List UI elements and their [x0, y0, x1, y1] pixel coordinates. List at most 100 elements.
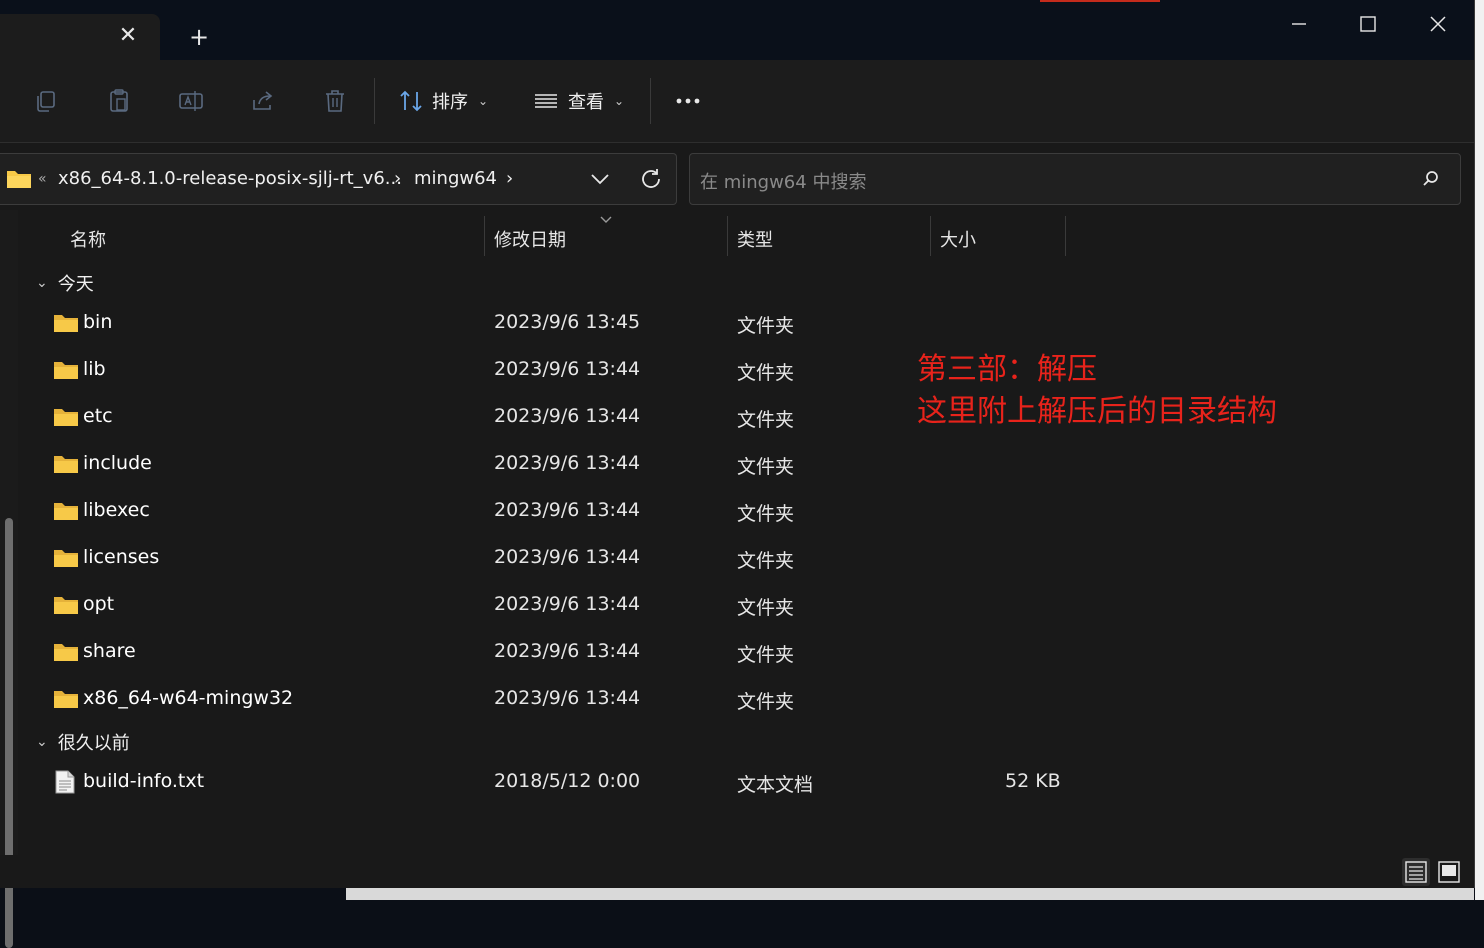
- delete-icon[interactable]: [320, 86, 350, 116]
- file-name: lib: [83, 358, 106, 380]
- file-date: 2023/9/6 13:44: [494, 640, 641, 662]
- breadcrumb-overflow[interactable]: «: [38, 171, 47, 187]
- file-date: 2023/9/6 13:44: [494, 546, 641, 568]
- chevron-down-icon: ⌄: [614, 94, 625, 108]
- minimize-icon[interactable]: [1279, 10, 1319, 38]
- file-explorer-window: ✕ + 排序 ⌄ 查看 ⌄ « x86_64-8.1.0-release-pos…: [0, 0, 1475, 948]
- file-type: 文件夹: [737, 691, 795, 713]
- sort-button[interactable]: 排序 ⌄: [398, 82, 488, 120]
- new-tab-plus-icon[interactable]: +: [186, 24, 212, 50]
- column-separator[interactable]: [1065, 216, 1066, 256]
- file-name: share: [83, 640, 136, 662]
- share-icon[interactable]: [248, 86, 278, 116]
- file-type: 文件夹: [737, 644, 795, 666]
- background-window-edge: [346, 888, 1474, 900]
- view-button[interactable]: 查看 ⌄: [532, 82, 624, 120]
- column-separator[interactable]: [727, 216, 728, 256]
- column-header-type[interactable]: 类型: [737, 226, 773, 252]
- group-label: 今天: [57, 274, 94, 295]
- chevron-down-icon: ⌄: [36, 734, 48, 750]
- search-icon[interactable]: [1420, 168, 1442, 190]
- sort-indicator-icon: [600, 216, 612, 223]
- file-date: 2023/9/6 13:44: [494, 593, 641, 615]
- text-file-icon: [55, 770, 75, 794]
- rename-icon[interactable]: [176, 86, 206, 116]
- details-view-button[interactable]: [1402, 858, 1430, 886]
- folder-icon: [54, 644, 78, 661]
- file-name: build-info.txt: [83, 770, 205, 792]
- folder-icon: [54, 503, 78, 520]
- address-history-chevron-icon[interactable]: [588, 169, 612, 189]
- file-type: 文件夹: [737, 456, 795, 478]
- file-row[interactable]: build-info.txt 2018/5/12 0:00 文本文档 52 KB: [0, 759, 1474, 805]
- folder-icon: [54, 409, 78, 426]
- file-type: 文件夹: [737, 315, 795, 337]
- column-separator[interactable]: [484, 216, 485, 256]
- status-bar: [0, 855, 1474, 888]
- file-date: 2023/9/6 13:45: [494, 311, 641, 333]
- column-header-date[interactable]: 修改日期: [494, 226, 566, 252]
- file-name: opt: [83, 593, 115, 615]
- file-type: 文件夹: [737, 362, 795, 384]
- annotation-line-1: 第三部：解压: [917, 352, 1097, 387]
- file-row[interactable]: include 2023/9/6 13:44 文件夹: [0, 441, 1474, 487]
- file-type: 文本文档: [737, 774, 814, 796]
- search-box[interactable]: 在 mingw64 中搜索: [689, 153, 1461, 205]
- folder-icon: [54, 456, 78, 473]
- toolbar-separator: [374, 78, 375, 124]
- folder-icon: [54, 550, 78, 567]
- more-options-icon[interactable]: [674, 90, 704, 112]
- folder-icon: [54, 597, 78, 614]
- tiles-view-icon: [1438, 861, 1460, 883]
- column-separator[interactable]: [930, 216, 931, 256]
- file-row[interactable]: opt 2023/9/6 13:44 文件夹: [0, 582, 1474, 628]
- file-type: 文件夹: [737, 550, 795, 572]
- folder-icon: [54, 315, 78, 332]
- file-name: libexec: [83, 499, 150, 521]
- folder-icon: [7, 171, 31, 188]
- breadcrumb-separator[interactable]: ›: [506, 168, 513, 189]
- group-label: 很久以前: [57, 733, 130, 754]
- file-type: 文件夹: [737, 409, 795, 431]
- folder-icon: [54, 691, 78, 708]
- file-row[interactable]: x86_64-w64-mingw32 2023/9/6 13:44 文件夹: [0, 676, 1474, 722]
- refresh-icon[interactable]: [638, 166, 664, 192]
- group-header-today[interactable]: ⌄ 今天: [36, 270, 94, 296]
- tiles-view-button[interactable]: [1435, 858, 1463, 886]
- annotation-line-2: 这里附上解压后的目录结构: [917, 394, 1277, 429]
- paste-icon[interactable]: [104, 86, 134, 116]
- search-placeholder: 在 mingw64 中搜索: [700, 172, 867, 193]
- file-date: 2018/5/12 0:00: [494, 770, 641, 792]
- file-date: 2023/9/6 13:44: [494, 358, 641, 380]
- breadcrumb-current[interactable]: mingw64: [414, 168, 497, 189]
- file-date: 2023/9/6 13:44: [494, 499, 641, 521]
- sort-label: 排序: [432, 92, 468, 113]
- tab-close-icon[interactable]: ✕: [116, 24, 140, 48]
- file-row[interactable]: share 2023/9/6 13:44 文件夹: [0, 629, 1474, 675]
- file-name: include: [83, 452, 152, 474]
- chevron-down-icon: ⌄: [36, 275, 48, 291]
- background-page-edge: [1475, 0, 1484, 900]
- file-type: 文件夹: [737, 503, 795, 525]
- details-view-icon: [1405, 861, 1427, 883]
- file-size: 52 KB: [1005, 770, 1061, 792]
- column-header-size[interactable]: 大小: [940, 226, 976, 252]
- file-row[interactable]: bin 2023/9/6 13:45 文件夹: [0, 300, 1474, 346]
- address-bar[interactable]: « x86_64-8.1.0-release-posix-sjlj-rt_v6.…: [0, 153, 677, 205]
- maximize-icon[interactable]: [1348, 10, 1388, 38]
- file-date: 2023/9/6 13:44: [494, 687, 641, 709]
- file-date: 2023/9/6 13:44: [494, 405, 641, 427]
- breadcrumb-separator[interactable]: ›: [394, 168, 401, 189]
- group-header-long-ago[interactable]: ⌄ 很久以前: [36, 729, 130, 755]
- toolbar-separator: [650, 78, 651, 124]
- file-row[interactable]: licenses 2023/9/6 13:44 文件夹: [0, 535, 1474, 581]
- breadcrumb-parent[interactable]: x86_64-8.1.0-release-posix-sjlj-rt_v6...: [58, 168, 402, 189]
- explorer-tab[interactable]: ✕: [0, 14, 160, 60]
- command-bar: 排序 ⌄ 查看 ⌄: [0, 60, 1474, 143]
- copy-icon[interactable]: [32, 86, 62, 116]
- chevron-down-icon: ⌄: [478, 94, 489, 108]
- file-row[interactable]: libexec 2023/9/6 13:44 文件夹: [0, 488, 1474, 534]
- file-name: licenses: [83, 546, 160, 568]
- column-header-name[interactable]: 名称: [70, 226, 106, 252]
- close-window-icon[interactable]: [1418, 10, 1458, 38]
